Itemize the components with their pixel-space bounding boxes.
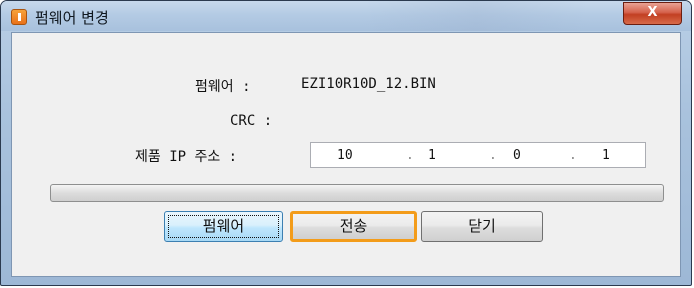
progress-bar	[50, 184, 664, 202]
close-button-label: 닫기	[468, 217, 496, 235]
ip-octet-1[interactable]: 10	[337, 148, 353, 163]
close-button[interactable]: 닫기	[421, 211, 543, 242]
firmware-file-value: EZI10R10D_12.BIN	[301, 76, 436, 92]
focus-rectangle	[168, 215, 279, 238]
app-icon	[11, 9, 27, 25]
firmware-button[interactable]: 펌웨어	[164, 211, 283, 242]
ip-octet-2[interactable]: 1	[428, 148, 436, 163]
send-button[interactable]: 전송	[290, 211, 417, 242]
firmware-change-dialog: 펌웨어 변경 X 펌웨어 : EZI10R10D_12.BIN CRC : 제품…	[0, 0, 692, 286]
ip-separator: .	[569, 148, 577, 163]
ip-separator: .	[489, 148, 497, 163]
send-button-label: 전송	[339, 217, 368, 235]
window-title: 펌웨어 변경	[35, 9, 109, 27]
title-bar[interactable]: 펌웨어 변경 X	[1, 1, 691, 31]
close-window-button[interactable]: X	[623, 2, 682, 25]
ip-octet-4[interactable]: 1	[602, 148, 610, 163]
crc-label: CRC :	[230, 113, 273, 129]
firmware-label: 펌웨어 :	[195, 79, 251, 95]
ip-address-input[interactable]: 10 . 1 . 0 . 1	[310, 142, 646, 168]
ip-separator: .	[406, 148, 414, 163]
ip-address-label: 제품 IP 주소 :	[135, 149, 238, 165]
dialog-client-area: 펌웨어 : EZI10R10D_12.BIN CRC : 제품 IP 주소 : …	[11, 32, 681, 277]
ip-octet-3[interactable]: 0	[513, 148, 521, 163]
